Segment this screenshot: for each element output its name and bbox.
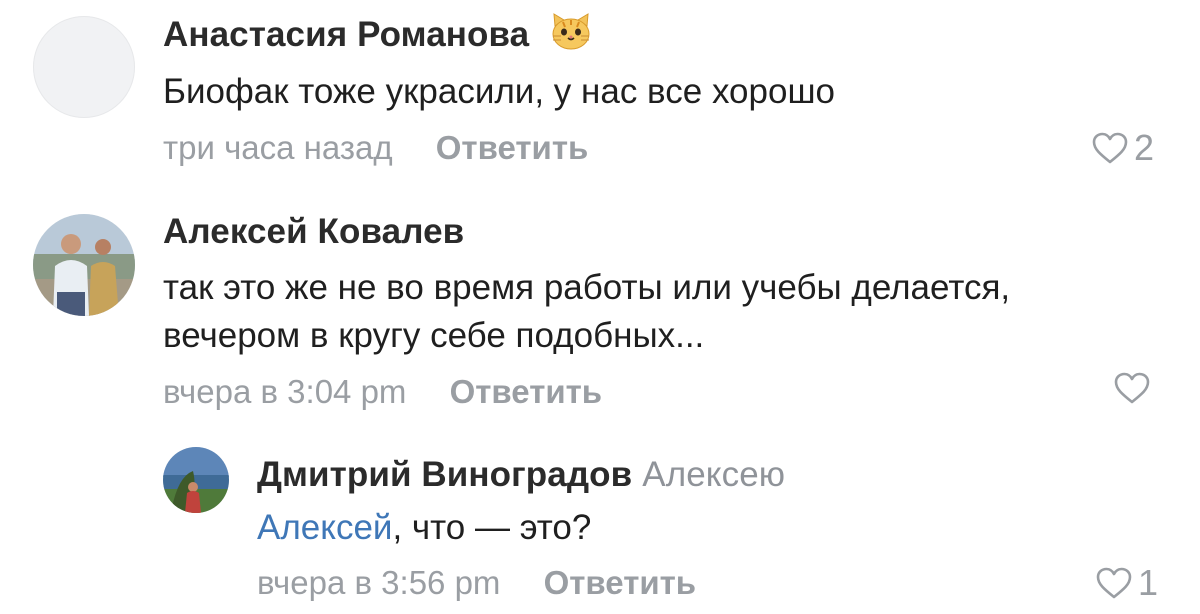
avatar-dmitriy[interactable] — [163, 447, 229, 513]
reply-button[interactable]: Ответить — [450, 373, 603, 410]
cat-face-emoji-icon — [549, 12, 593, 61]
comment-author[interactable]: Анастасия Романова — [163, 12, 593, 61]
heart-outline-icon — [1096, 567, 1132, 599]
mention-link[interactable]: Алексей — [257, 508, 392, 547]
comment-text-line-2: вечером в кругу себе подобных... — [163, 316, 705, 355]
comment-meta: три часа назад Ответить — [163, 129, 588, 167]
heart-outline-icon — [1092, 132, 1128, 164]
reply-button[interactable]: Ответить — [544, 564, 697, 601]
author-name[interactable]: Анастасия Романова — [163, 15, 529, 54]
reply-to-label[interactable]: Алексею — [642, 455, 785, 494]
like-count: 2 — [1134, 127, 1155, 168]
like-button[interactable]: 1 — [1096, 562, 1158, 604]
comment-meta: вчера в 3:56 pm Ответить — [257, 564, 696, 602]
comment-author[interactable]: Дмитрий Виноградов Алексею — [257, 455, 785, 495]
avatar-anastasia[interactable] — [33, 16, 135, 118]
comment-author[interactable]: Алексей Ковалев — [163, 212, 464, 252]
comment-meta: вчера в 3:04 pm Ответить — [163, 373, 602, 411]
like-count: 1 — [1138, 562, 1159, 603]
comment-time: вчера в 3:56 pm — [257, 564, 501, 601]
author-name[interactable]: Дмитрий Виноградов — [257, 455, 632, 494]
comment-text-line-1: так это же не во время работы или учебы … — [163, 268, 1011, 307]
avatar-aleksey[interactable] — [33, 214, 135, 316]
like-button[interactable]: 2 — [1092, 127, 1154, 169]
comment-time: три часа назад — [163, 129, 393, 166]
heart-outline-icon — [1114, 372, 1150, 404]
reply-button[interactable]: Ответить — [436, 129, 589, 166]
comment-text-body: , что — это? — [392, 508, 592, 547]
like-button[interactable] — [1114, 372, 1156, 404]
comment-time: вчера в 3:04 pm — [163, 373, 407, 410]
comment-text: Алексей, что — это? — [257, 504, 591, 552]
comment-text: Биофак тоже украсили, у нас все хорошо — [163, 72, 835, 111]
